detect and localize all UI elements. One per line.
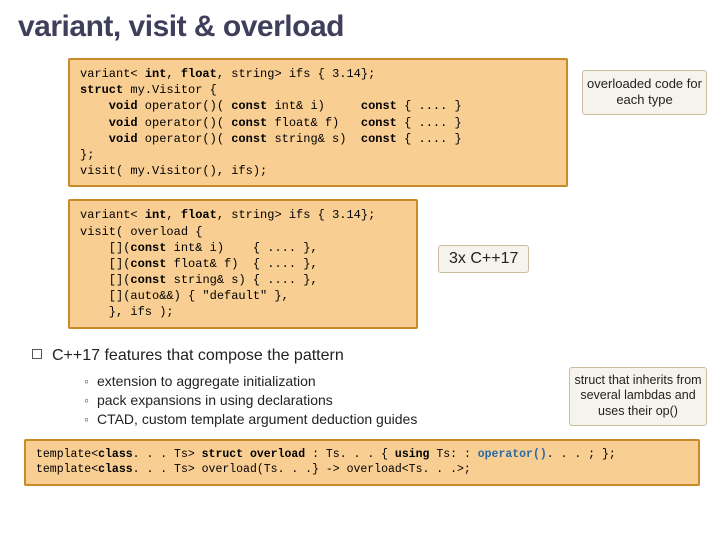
code-block-2-row: variant< int, float, string> ifs { 3.14}… — [68, 199, 702, 328]
code-block-2: variant< int, float, string> ifs { 3.14}… — [68, 199, 418, 328]
bullet-square-icon — [32, 349, 42, 359]
callout-struct-inherits: struct that inherits from several lambda… — [569, 367, 707, 426]
code-block-3: template<class. . . Ts> struct overload … — [24, 439, 700, 486]
callout-cpp17: 3x C++17 — [438, 245, 529, 273]
code-block-1-row: variant< int, float, string> ifs { 3.14}… — [68, 58, 702, 187]
bullets-row: extension to aggregate initialization pa… — [68, 373, 702, 427]
slide-title: variant, visit & overload — [18, 10, 702, 44]
section-heading: C++17 features that compose the pattern — [32, 347, 702, 365]
code-block-1: variant< int, float, string> ifs { 3.14}… — [68, 58, 568, 187]
callout-overloaded: overloaded code for each type — [582, 70, 707, 115]
